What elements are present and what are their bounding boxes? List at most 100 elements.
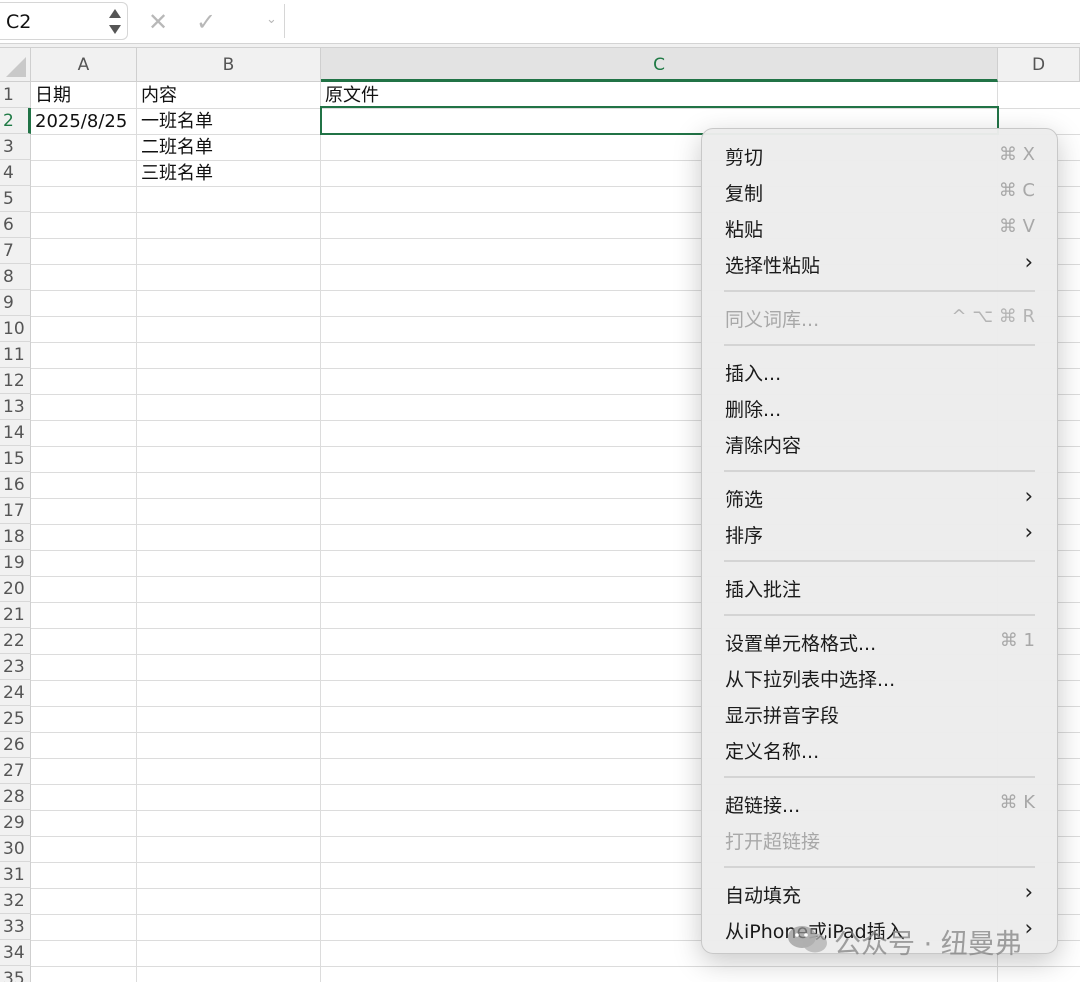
menu-item-12[interactable]: 从下拉列表中选择... [702, 660, 1057, 696]
chevron-right-icon: › [1024, 880, 1033, 904]
select-all-icon [6, 57, 26, 77]
menu-item-label: 排序 [725, 525, 764, 547]
cell-B2[interactable]: 一班名单 [137, 109, 320, 135]
menu-separator [724, 614, 1035, 616]
row-header-23[interactable]: 23 [0, 654, 31, 680]
menu-item-1[interactable]: 复制 ⌘ C [702, 174, 1057, 210]
menu-item-label: 清除内容 [725, 435, 802, 457]
row-header-22[interactable]: 22 [0, 628, 31, 654]
cell-B3[interactable]: 二班名单 [137, 135, 320, 161]
select-all-corner[interactable] [0, 48, 31, 82]
row-header-27[interactable]: 27 [0, 758, 31, 784]
cell-A1[interactable]: 日期 [31, 83, 136, 109]
row-header-15[interactable]: 15 [0, 446, 31, 472]
menu-item-label: 自动填充 [725, 885, 802, 907]
wechat-icon [788, 926, 827, 953]
column-header-d[interactable]: D [998, 48, 1080, 82]
menu-item-label: 打开超链接 [725, 831, 821, 853]
row-header-6[interactable]: 6 [0, 212, 31, 238]
row-header-28[interactable]: 28 [0, 784, 31, 810]
menu-item-label: 选择性粘贴 [725, 255, 821, 277]
name-box-stepper[interactable] [109, 7, 121, 37]
menu-item-8[interactable]: 筛选 › [702, 480, 1057, 516]
column-header-b[interactable]: B [137, 48, 321, 82]
row-header-18[interactable]: 18 [0, 524, 31, 550]
menu-item-label: 删除... [725, 399, 782, 421]
formula-input[interactable] [284, 4, 1080, 38]
column-header-c[interactable]: C [321, 48, 998, 82]
menu-item-9[interactable]: 排序 › [702, 516, 1057, 552]
menu-item-shortcut: ⌘ V [998, 216, 1035, 237]
name-box[interactable]: C2 [0, 2, 128, 40]
chevron-down-icon[interactable]: ⌄ [266, 12, 277, 27]
row-header-8[interactable]: 8 [0, 264, 31, 290]
menu-item-label: 复制 [725, 183, 764, 205]
enter-icon[interactable]: ✓ [196, 8, 216, 36]
menu-item-label: 剪切 [725, 147, 764, 169]
row-gridline [31, 966, 1080, 967]
menu-item-10[interactable]: 插入批注 [702, 570, 1057, 606]
menu-item-shortcut: ⌘ X [998, 144, 1035, 165]
row-header-17[interactable]: 17 [0, 498, 31, 524]
menu-separator [724, 776, 1035, 778]
row-header-30[interactable]: 30 [0, 836, 31, 862]
formula-bar: C2 ✕ ✓ fx ⌄ [0, 0, 1080, 44]
menu-item-2[interactable]: 粘贴 ⌘ V [702, 210, 1057, 246]
menu-item-3[interactable]: 选择性粘贴 › [702, 246, 1057, 282]
row-header-4[interactable]: 4 [0, 160, 31, 186]
row-header-12[interactable]: 12 [0, 368, 31, 394]
menu-item-0[interactable]: 剪切 ⌘ X [702, 138, 1057, 174]
row-header-34[interactable]: 34 [0, 940, 31, 966]
row-header-32[interactable]: 32 [0, 888, 31, 914]
menu-item-shortcut: ⌘ K [999, 792, 1035, 813]
row-header-9[interactable]: 9 [0, 290, 31, 316]
menu-item-13[interactable]: 显示拼音字段 [702, 696, 1057, 732]
menu-item-label: 定义名称... [725, 741, 820, 763]
row-header-16[interactable]: 16 [0, 472, 31, 498]
column-header-a[interactable]: A [31, 48, 137, 82]
menu-item-shortcut: ⌘ C [998, 180, 1035, 201]
row-header-29[interactable]: 29 [0, 810, 31, 836]
row-header-19[interactable]: 19 [0, 550, 31, 576]
row-header-2[interactable]: 2 [0, 108, 31, 134]
chevron-right-icon: › [1024, 484, 1033, 508]
row-header-26[interactable]: 26 [0, 732, 31, 758]
watermark-text: 公众号 · 纽曼弗 [834, 929, 1022, 960]
row-header-20[interactable]: 20 [0, 576, 31, 602]
row-header-25[interactable]: 25 [0, 706, 31, 732]
cell-A2[interactable]: 2025/8/25 [31, 109, 136, 135]
row-header-33[interactable]: 33 [0, 914, 31, 940]
cell-B4[interactable]: 三班名单 [137, 161, 320, 187]
row-header-24[interactable]: 24 [0, 680, 31, 706]
row-header-3[interactable]: 3 [0, 134, 31, 160]
row-header-11[interactable]: 11 [0, 342, 31, 368]
menu-item-label: 显示拼音字段 [725, 705, 840, 727]
menu-item-15[interactable]: 超链接... ⌘ K [702, 786, 1057, 822]
cell-B1[interactable]: 内容 [137, 83, 320, 109]
menu-item-shortcut: ⌘ 1 [999, 630, 1035, 651]
menu-item-17[interactable]: 自动填充 › [702, 876, 1057, 912]
row-header-31[interactable]: 31 [0, 862, 31, 888]
menu-item-shortcut: ^ ⌥ ⌘ R [951, 306, 1036, 327]
name-box-value[interactable]: C2 [6, 11, 31, 33]
menu-item-11[interactable]: 设置单元格格式... ⌘ 1 [702, 624, 1057, 660]
cancel-icon[interactable]: ✕ [148, 8, 168, 36]
row-header-10[interactable]: 10 [0, 316, 31, 342]
row-header-13[interactable]: 13 [0, 394, 31, 420]
row-header-7[interactable]: 7 [0, 238, 31, 264]
row-header-1[interactable]: 1 [0, 82, 31, 108]
stepper-up-icon[interactable] [109, 9, 121, 18]
row-header-21[interactable]: 21 [0, 602, 31, 628]
row-header-5[interactable]: 5 [0, 186, 31, 212]
row-header-35[interactable]: 35 [0, 966, 31, 982]
menu-item-label: 筛选 [725, 489, 764, 511]
menu-item-14[interactable]: 定义名称... [702, 732, 1057, 768]
menu-item-label: 超链接... [725, 795, 801, 817]
menu-item-label: 插入... [725, 363, 782, 385]
stepper-down-icon[interactable] [109, 25, 121, 34]
menu-item-label: 设置单元格格式... [725, 633, 877, 655]
menu-item-6[interactable]: 删除... [702, 390, 1057, 426]
menu-item-5[interactable]: 插入... [702, 354, 1057, 390]
row-header-14[interactable]: 14 [0, 420, 31, 446]
menu-item-7[interactable]: 清除内容 [702, 426, 1057, 462]
